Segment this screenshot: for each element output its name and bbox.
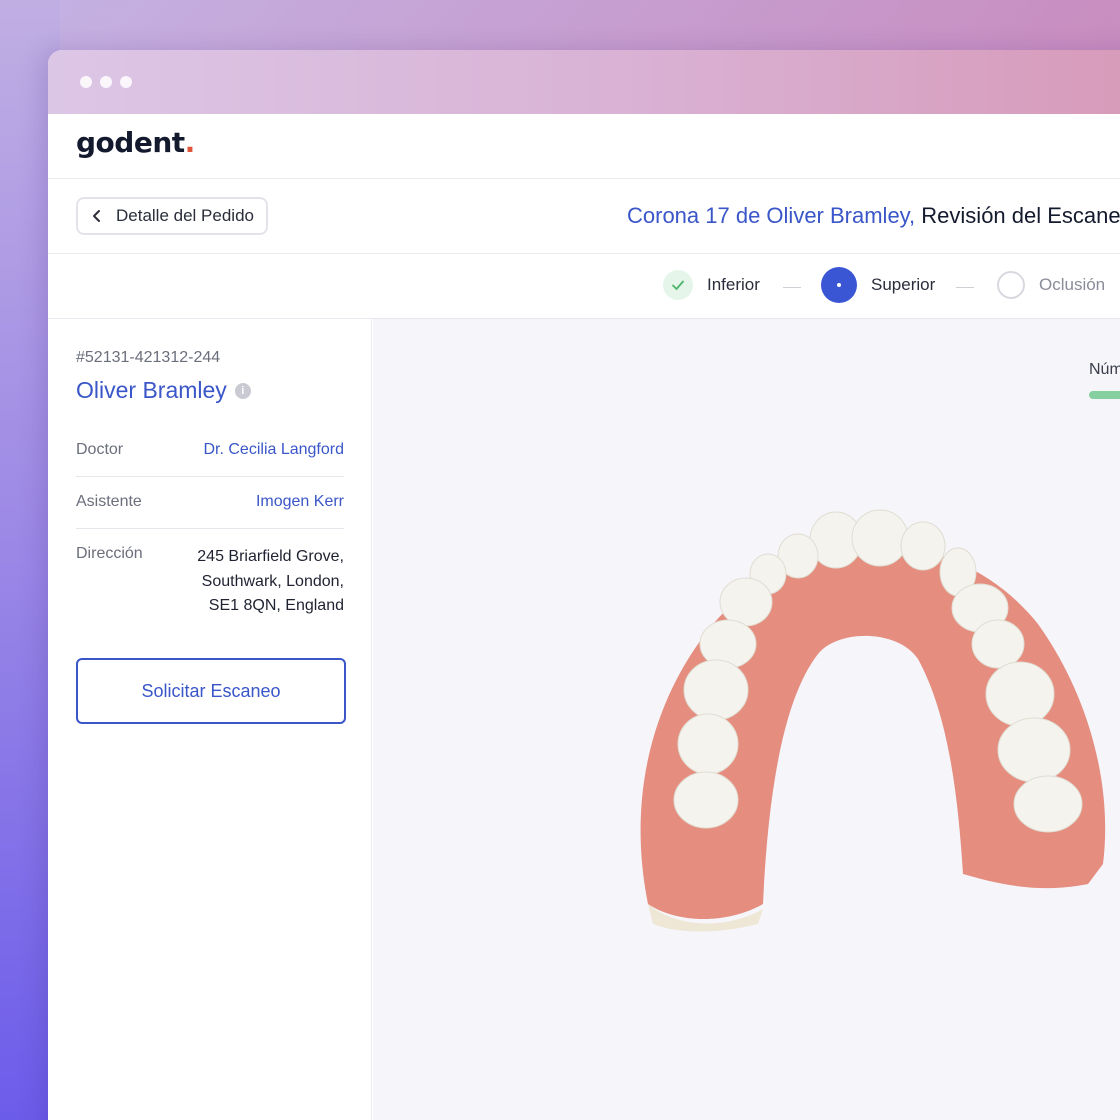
divider [76,528,344,529]
app-bar: godent. [48,114,1120,179]
doctor-label: Doctor [76,441,124,458]
request-scan-button[interactable]: Solicitar Escaneo [76,658,346,724]
step-done-circle [663,270,693,300]
address-line: Southwark, London, [201,572,344,590]
window-dot [120,76,132,88]
step-label: Inferior [707,275,760,294]
request-scan-label: Solicitar Escaneo [141,680,281,701]
patient-name[interactable]: Oliver Bramley [76,377,227,404]
assistant-row: Asistente Imogen Kerr [76,493,344,511]
step-superior[interactable]: Superior [821,267,935,303]
patient-header: Oliver Bramley i [76,377,251,404]
page-title-accent: Corona 17 de Oliver Bramley, [627,203,916,228]
doctor-row: Doctor Dr. Cecilia Langford [76,441,344,459]
assistant-label: Asistente [76,493,142,510]
back-button-label: Detalle del Pedido [116,206,254,225]
step-label: Superior [871,275,936,294]
address-row: Dirección 245 Briarfield Grove, Southwar… [76,545,344,619]
number-bar [1089,391,1120,399]
logo-dot: . [184,126,196,159]
order-sidebar: #52131-421312-244 Oliver Bramley i Docto… [48,319,372,1120]
address-line: SE1 8QN, England [208,597,344,614]
check-icon [672,280,684,290]
assistant-value[interactable]: Imogen Kerr [256,493,344,511]
page-title-rest: Revisión del Escaneo [921,203,1120,228]
back-button[interactable]: Detalle del Pedido [76,197,268,235]
logo-text: godent [76,126,185,159]
step-separator [783,287,801,288]
step-oclusion[interactable]: Oclusión [997,271,1105,299]
app-window: godent. Detalle del Pedido Corona 17 de … [48,50,1120,1120]
step-label: Oclusión [1039,275,1106,294]
dental-scan-model[interactable] [618,504,1118,944]
chevron-left-icon [93,210,100,222]
divider [76,476,344,477]
step-separator [956,287,974,288]
scan-stepper: Inferior Superior Oclusión [48,254,1120,319]
logo[interactable]: godent. [76,126,195,159]
step-inferior[interactable]: Inferior [663,270,760,300]
main-content: #52131-421312-244 Oliver Bramley i Docto… [48,319,1120,1120]
step-todo-circle [997,271,1025,299]
window-dot [100,76,112,88]
window-dot [80,76,92,88]
address-label: Dirección [76,545,143,562]
address-line: 245 Briarfield Grove, [197,548,344,565]
page-header: Detalle del Pedido Corona 17 de Oliver B… [48,179,1120,254]
order-id: #52131-421312-244 [76,349,221,366]
page-title: Corona 17 de Oliver Bramley, Revisión de… [627,203,1120,229]
number-label: Núm [1089,361,1120,378]
step-active-circle [821,267,857,303]
scan-viewer[interactable]: Núm [373,319,1120,1120]
address-value: 245 Briarfield Grove, Southwark, London,… [197,545,344,619]
window-titlebar [48,50,1120,114]
doctor-value[interactable]: Dr. Cecilia Langford [203,441,344,459]
info-icon[interactable]: i [234,382,251,399]
